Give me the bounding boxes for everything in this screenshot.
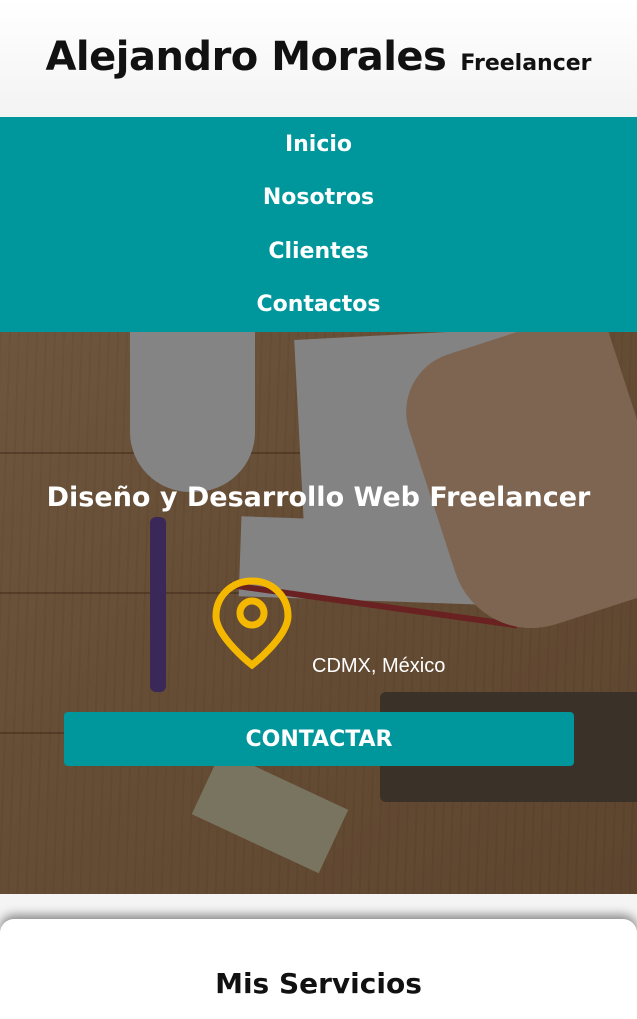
- nav-item-inicio[interactable]: Inicio: [285, 118, 352, 172]
- brand-name: Alejandro Morales: [45, 33, 447, 80]
- nav-item-contactos[interactable]: Contactos: [256, 278, 380, 332]
- nav-item-clientes[interactable]: Clientes: [268, 225, 368, 279]
- brand[interactable]: Alejandro Morales Freelancer: [45, 34, 591, 80]
- hero-title: Diseño y Desarrollo Web Freelancer: [46, 482, 591, 513]
- site-header: Alejandro Morales Freelancer: [0, 0, 637, 117]
- services-section: Mis Servicios: [0, 919, 637, 1019]
- nav-item-nosotros[interactable]: Nosotros: [263, 171, 374, 225]
- services-title: Mis Servicios: [215, 967, 422, 1000]
- hero-section: Diseño y Desarrollo Web Freelancer CDMX,…: [0, 332, 637, 894]
- brand-tagline: Freelancer: [460, 50, 592, 76]
- hero-content: Diseño y Desarrollo Web Freelancer CDMX,…: [0, 332, 637, 894]
- map-pin-icon: [210, 575, 294, 676]
- location-text: CDMX, México: [312, 655, 446, 677]
- main-nav: Inicio Nosotros Clientes Contactos: [0, 117, 637, 332]
- contact-button[interactable]: CONTACTAR: [64, 712, 574, 766]
